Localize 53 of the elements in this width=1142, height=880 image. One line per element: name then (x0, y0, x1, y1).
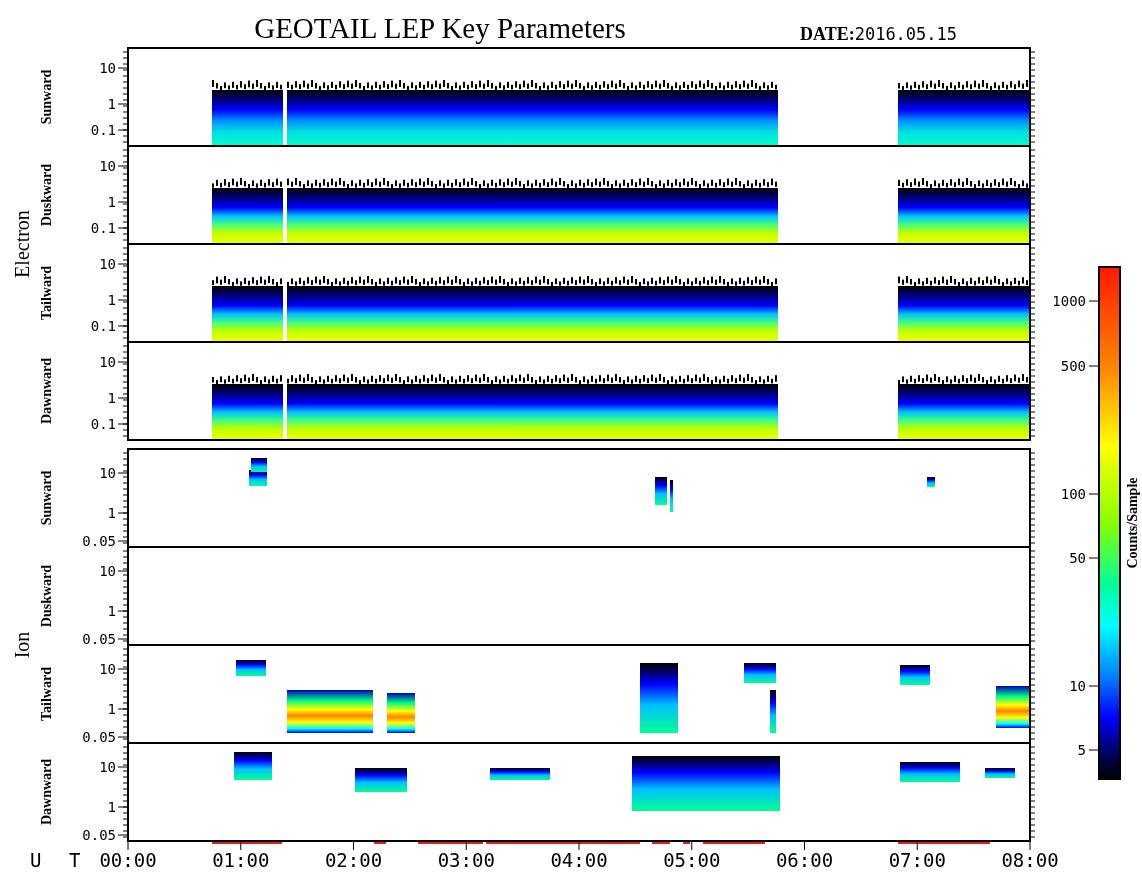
date-label: DATE:2016.05.15 (800, 24, 958, 44)
tick-label: 0.1 (90, 220, 116, 236)
tick-label: 0.05 (82, 533, 116, 549)
axis-label: Dawnward (39, 758, 54, 826)
group-label: Ion (11, 631, 33, 659)
tick-label: 1 (107, 390, 116, 406)
tick-label: 10 (99, 661, 116, 677)
tick-label: 06:00 (775, 849, 834, 871)
tick-label: 08:00 (1001, 849, 1059, 871)
tick-label: 1 (107, 799, 116, 815)
tick-label: 01:00 (212, 849, 270, 871)
tick-label: 5 (1077, 742, 1086, 758)
group-label: Electron (11, 210, 33, 278)
tick-label: 0.1 (90, 416, 116, 432)
tick-label: 0.1 (90, 318, 116, 334)
tick-label: 07:00 (888, 849, 946, 871)
chart-title: GEOTAIL LEP Key Parameters (254, 12, 626, 44)
tick-label: 10 (99, 60, 116, 76)
tick-label: 1 (107, 194, 116, 210)
tick-label: 1 (107, 603, 116, 619)
axis-label: Tailward (39, 667, 54, 721)
tick-label: 1 (107, 701, 116, 717)
tick-label: 10 (99, 563, 116, 579)
tick-label: 00:00 (99, 849, 157, 871)
tick-label: 1 (107, 96, 116, 112)
tick-label: 50 (1069, 550, 1086, 566)
tick-label: 0.1 (90, 122, 116, 138)
axis-label: Dawnward (39, 357, 54, 425)
tick-label: 0.05 (82, 729, 116, 745)
tick-label: 10 (99, 256, 116, 272)
axis-label: Counts/Sample (1125, 477, 1140, 569)
tick-label: 05:00 (663, 849, 721, 871)
axis-label: Duskward (39, 163, 54, 227)
tick-label: 02:00 (324, 849, 383, 871)
axis-label: Duskward (39, 564, 54, 628)
tick-label: 10 (99, 759, 116, 775)
tick-label: 0.05 (82, 827, 116, 843)
tick-label: 1000 (1052, 293, 1086, 309)
tick-label: 10 (99, 465, 116, 481)
tick-label: 100 (1060, 486, 1086, 502)
tick-label: 03:00 (437, 849, 495, 871)
tick-label: 0.05 (82, 631, 116, 647)
tick-label: 1 (107, 292, 116, 308)
axis-label: Sunward (39, 470, 54, 526)
tick-label: 500 (1060, 358, 1086, 374)
tick-label: 10 (99, 158, 116, 174)
tick-label: 10 (99, 354, 116, 370)
axis-label: Sunward (39, 69, 54, 125)
tick-label: 1 (107, 505, 116, 521)
axis-label: U T (30, 849, 89, 871)
tick-label: 10 (1069, 678, 1086, 694)
axis-label: Tailward (39, 266, 54, 320)
tick-label: 04:00 (550, 849, 608, 871)
